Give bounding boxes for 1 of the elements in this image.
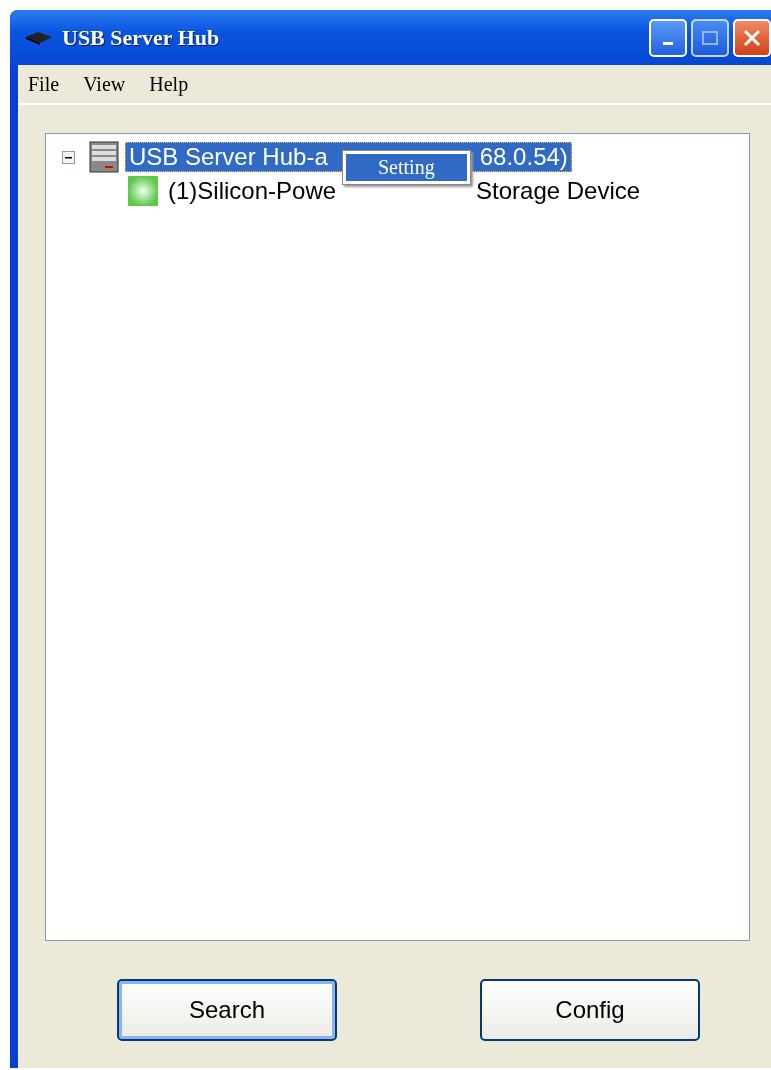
window-title: USB Server Hub (62, 24, 220, 51)
